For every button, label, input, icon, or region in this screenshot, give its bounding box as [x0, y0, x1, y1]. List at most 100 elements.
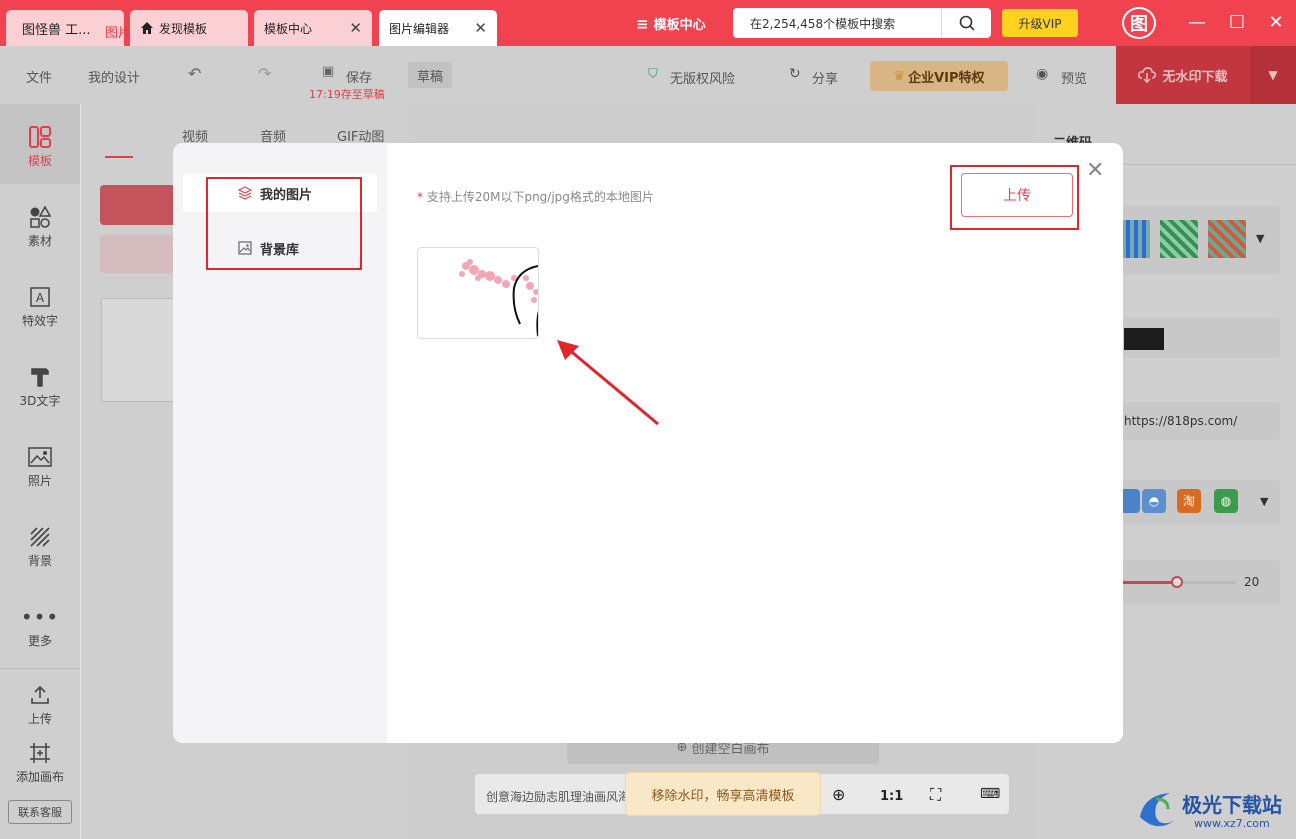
contact-support-button[interactable]: 联系客服 [8, 800, 72, 824]
tab-discover[interactable]: 发现模板 [130, 10, 248, 46]
upgrade-vip-button[interactable]: 升级VIP [1002, 9, 1078, 37]
sidebar-item-photo[interactable]: 照片 [0, 444, 80, 489]
slider-fill [1120, 581, 1177, 584]
sidebar-item-label: 特效字 [21, 314, 58, 328]
app-logo[interactable]: 图 [1122, 7, 1156, 39]
panel-tab-image[interactable]: 图片 [105, 22, 131, 41]
chevron-down-icon[interactable]: ▼ [1256, 232, 1264, 245]
share-button[interactable]: 分享 [812, 68, 838, 87]
tab-image-editor[interactable]: 图片编辑器 ✕ [379, 10, 497, 46]
close-icon[interactable]: ✕ [349, 19, 362, 37]
wechat-icon[interactable]: ◍ [1214, 489, 1238, 513]
sidebar-item-label: 3D文字 [19, 394, 61, 408]
size-slider-row: 20 [1110, 560, 1280, 604]
sidebar-item-add-canvas[interactable]: 添加画布 [0, 740, 80, 785]
fit-screen-icon[interactable]: ⛶ [930, 785, 941, 805]
panel-image-thumbnail[interactable] [101, 298, 177, 402]
remove-watermark-banner[interactable]: 移除水印，畅享高清模板 [625, 772, 821, 816]
sidebar-item-more[interactable]: ••• 更多 [0, 604, 80, 649]
preview-button[interactable]: 预览 [1061, 68, 1087, 87]
hint-text: 支持上传20M以下png/jpg格式的本地图片 [426, 190, 654, 204]
site-url: www.xz7.com [1194, 817, 1270, 830]
image-modal: 我的图片 背景库 * 支持上传20M以下png/jpg格式的本地图片 上传 ✕ [173, 143, 1123, 743]
annotation-arrow [557, 340, 659, 426]
template-center-label: 模板中心 [653, 18, 706, 33]
close-icon[interactable]: ✕ [1086, 158, 1104, 183]
redo-icon[interactable]: ↷ [258, 64, 271, 83]
minimize-icon[interactable]: — [1185, 12, 1209, 33]
undo-icon[interactable]: ↶ [188, 64, 201, 83]
qrcode-platform-picker[interactable]: ◓ 淘 ◍ ▼ [1110, 480, 1280, 524]
search-box[interactable]: 在2,254,458个模板中搜索 [733, 8, 991, 38]
search-icon [959, 15, 975, 31]
tab-template-center[interactable]: 模板中心 ✕ [254, 10, 372, 46]
more-icon: ••• [20, 605, 60, 629]
download-dropdown-icon[interactable]: ▼ [1250, 46, 1296, 104]
share-icon: ↻ [789, 66, 801, 82]
url-input[interactable]: https://818ps.com/ [1110, 402, 1280, 440]
menu-icon: ≡ [636, 14, 649, 33]
annotation-box-menu [206, 177, 362, 270]
sidebar-item-template[interactable]: 模板 [0, 104, 80, 184]
save-button[interactable]: 保存 [346, 67, 372, 86]
sidebar-item-upload[interactable]: 上传 [0, 682, 80, 727]
tab-label: 图怪兽 工... [22, 22, 91, 38]
save-status: 17:19存至草稿 [309, 88, 385, 101]
sidebar-item-3d-text[interactable]: 3D文字 [0, 364, 80, 409]
qrcode-color-icon[interactable] [1208, 220, 1246, 258]
slider-handle[interactable] [1171, 576, 1183, 588]
download-button[interactable]: 无水印下载 [1116, 46, 1250, 104]
qq-icon[interactable]: ◓ [1142, 489, 1166, 513]
sidebar-item-label: 添加画布 [15, 770, 64, 784]
site-name: 极光下载站 [1182, 793, 1282, 817]
copyright-label[interactable]: 无版权风险 [670, 68, 735, 87]
search-input[interactable]: 在2,254,458个模板中搜索 [733, 15, 941, 32]
sidebar-item-material[interactable]: 素材 [0, 204, 80, 249]
qrcode-style-picker[interactable]: ▼ [1110, 206, 1280, 274]
hint-star: * [417, 190, 423, 204]
cloud-download-icon [1138, 67, 1157, 83]
close-window-icon[interactable]: ✕ [1264, 12, 1288, 33]
add-canvas-icon [27, 740, 53, 766]
site-watermark: 极光下载站 www.xz7.com [1130, 785, 1290, 835]
background-icon [27, 524, 53, 550]
chevron-down-icon[interactable]: ▼ [1260, 495, 1268, 508]
zoom-in-icon[interactable]: ⊕ [832, 785, 845, 804]
tab-label: 模板中心 [264, 21, 313, 36]
enterprise-vip-button[interactable]: ♛ 企业VIP特权 [870, 61, 1008, 91]
upload-icon [27, 682, 53, 708]
color-swatch[interactable] [1124, 328, 1164, 350]
tab-label: 图片编辑器 [389, 21, 450, 36]
qrcode-green-icon[interactable] [1160, 220, 1198, 258]
tab-label: 发现模板 [159, 21, 208, 36]
my-design-menu[interactable]: 我的设计 [88, 67, 140, 86]
3d-text-icon [27, 364, 53, 390]
sidebar-item-background[interactable]: 背景 [0, 524, 80, 569]
enterprise-vip-label: 企业VIP特权 [908, 70, 985, 86]
keyboard-icon[interactable]: ⌨ [980, 786, 1000, 802]
sidebar-item-label: 素材 [27, 234, 52, 248]
save-icon: ▣ [322, 64, 335, 79]
template-name: 创意海边励志肌理油画风海 [486, 790, 626, 804]
template-center-menu[interactable]: ≡ 模板中心 [636, 14, 706, 34]
close-icon[interactable]: ✕ [474, 19, 487, 37]
sidebar-item-label: 照片 [27, 474, 52, 488]
sidebar-item-label: 背景 [27, 554, 52, 568]
sidebar-item-effect-text[interactable]: A 特效字 [0, 284, 80, 329]
crown-icon: ♛ [893, 68, 906, 84]
maximize-icon[interactable]: ☐ [1225, 12, 1249, 33]
draft-button[interactable]: 草稿 [408, 62, 452, 88]
search-button[interactable] [941, 8, 991, 38]
upload-hint: * 支持上传20M以下png/jpg格式的本地图片 [417, 188, 654, 205]
eye-icon: ◉ [1036, 66, 1049, 82]
taobao-icon[interactable]: 淘 [1177, 489, 1201, 513]
cherry-blossom-image [459, 259, 538, 337]
annotation-box-upload [950, 165, 1079, 230]
sidebar-item-label: 更多 [27, 634, 52, 648]
sidebar-divider [0, 668, 80, 669]
sidebar-item-label: 上传 [27, 712, 52, 726]
uploaded-image-thumbnail[interactable] [417, 247, 539, 339]
color-field[interactable] [1120, 318, 1280, 358]
ratio-button[interactable]: 1:1 [880, 789, 903, 804]
file-menu[interactable]: 文件 [26, 67, 52, 86]
